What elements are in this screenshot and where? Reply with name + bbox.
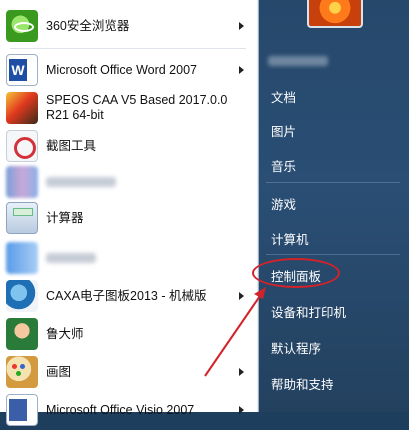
divider xyxy=(266,254,400,255)
program-label-line-1: SPEOS CAA V5 Based 2017.0.0 xyxy=(46,93,228,107)
submenu-arrow-icon[interactable] xyxy=(239,368,244,376)
link-games[interactable]: 游戏 xyxy=(271,194,296,213)
program-item-blurred[interactable] xyxy=(6,162,254,202)
program-item-caxa[interactable]: CAXA电子图板2013 - 机械版 xyxy=(6,276,254,316)
program-label: 鲁大师 xyxy=(46,326,84,341)
blurred-label xyxy=(46,177,116,187)
snipping-tool-icon xyxy=(6,130,38,162)
caxa-icon xyxy=(6,280,38,312)
link-help-support[interactable]: 帮助和支持 xyxy=(271,374,334,393)
divider xyxy=(266,182,400,183)
link-pictures[interactable]: 图片 xyxy=(271,121,296,140)
link-music[interactable]: 音乐 xyxy=(271,156,296,175)
program-label: 截图工具 xyxy=(46,138,97,153)
program-item-360-browser[interactable]: 360安全浏览器 xyxy=(6,6,254,46)
program-item-calculator[interactable]: 计算器 xyxy=(6,198,254,238)
program-label: Microsoft Office Visio 2007 xyxy=(46,402,195,417)
divider xyxy=(10,48,246,49)
program-item-paint[interactable]: 画图 xyxy=(6,352,254,392)
360-browser-icon xyxy=(6,10,38,42)
blurred-app-icon xyxy=(6,166,38,198)
program-label: 360安全浏览器 xyxy=(46,18,130,33)
ludashi-icon xyxy=(6,318,38,350)
program-item-ludashi[interactable]: 鲁大师 xyxy=(6,314,254,354)
link-documents[interactable]: 文档 xyxy=(271,87,296,106)
control-panel-highlight-annotation xyxy=(252,258,340,288)
program-item-speos[interactable]: SPEOS CAA V5 Based 2017.0.0 R21 64-bit xyxy=(6,87,254,129)
link-devices-printers[interactable]: 设备和打印机 xyxy=(271,302,346,321)
program-label: 画图 xyxy=(46,364,72,379)
submenu-arrow-icon[interactable] xyxy=(239,66,244,74)
visio-icon xyxy=(6,394,38,426)
program-label: 计算器 xyxy=(46,210,84,225)
program-item-word-2007[interactable]: Microsoft Office Word 2007 xyxy=(6,50,254,90)
calculator-icon xyxy=(6,202,38,234)
user-avatar[interactable] xyxy=(307,0,363,28)
link-default-programs[interactable]: 默认程序 xyxy=(271,338,321,357)
submenu-arrow-icon[interactable] xyxy=(239,406,244,414)
program-label: CAXA电子图板2013 - 机械版 xyxy=(46,288,207,303)
speos-icon xyxy=(6,92,38,124)
word-icon xyxy=(6,54,38,86)
program-item-snipping-tool[interactable]: 截图工具 xyxy=(6,126,254,166)
program-label: Microsoft Office Word 2007 xyxy=(46,62,197,77)
program-label: SPEOS CAA V5 Based 2017.0.0 R21 64-bit xyxy=(46,93,227,123)
program-item-blurred-2[interactable] xyxy=(6,238,254,278)
program-item-visio-2007[interactable]: Microsoft Office Visio 2007 xyxy=(6,390,254,430)
blurred-app-icon xyxy=(6,242,38,274)
link-computer[interactable]: 计算机 xyxy=(271,229,309,248)
paint-icon xyxy=(6,356,38,388)
program-label-line-2: R21 64-bit xyxy=(46,108,104,122)
blurred-user-name[interactable] xyxy=(268,56,328,66)
blurred-label xyxy=(46,253,96,263)
start-menu-program-list: 360安全浏览器 Microsoft Office Word 2007 SPEO… xyxy=(0,0,259,426)
submenu-arrow-icon[interactable] xyxy=(239,22,244,30)
submenu-arrow-icon[interactable] xyxy=(239,292,244,300)
